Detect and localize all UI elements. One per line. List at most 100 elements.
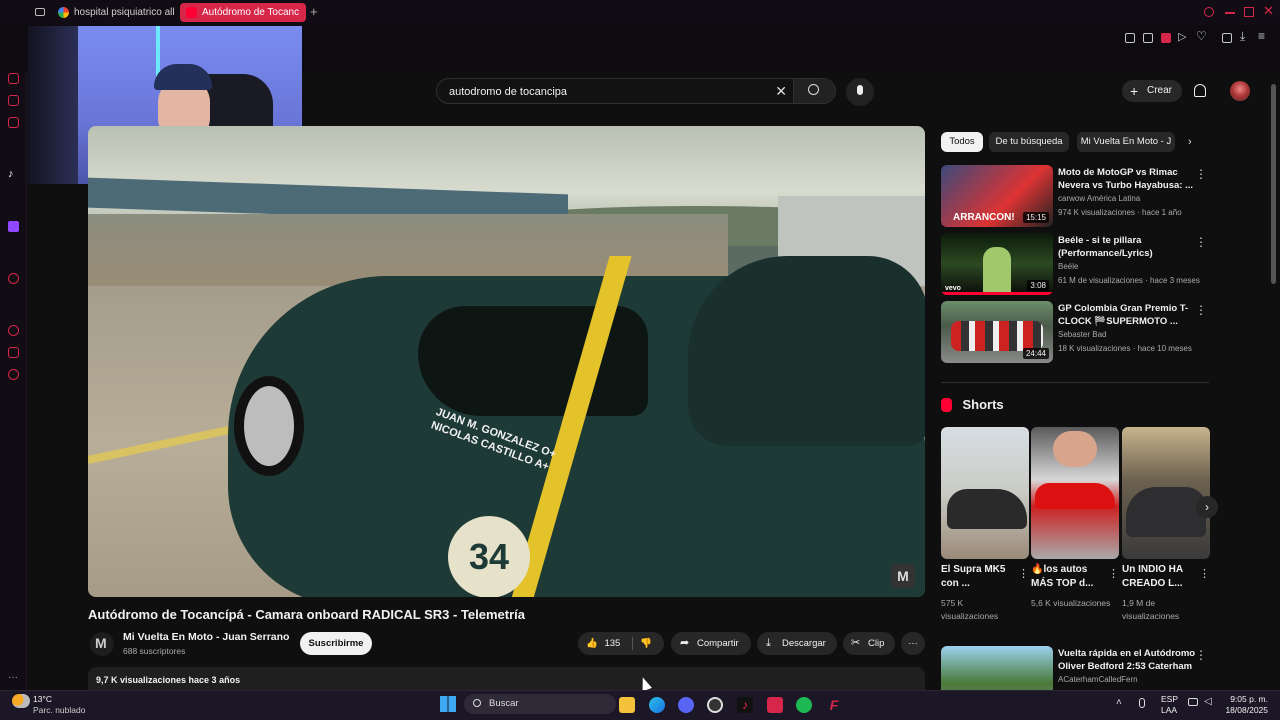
language-1[interactable]: ESP (1161, 694, 1178, 704)
file-explorer-icon[interactable] (619, 697, 635, 713)
tab-youtube-active[interactable]: Autódromo de Tocanc (180, 3, 306, 22)
create-button[interactable]: + Crear (1122, 80, 1182, 102)
more-vertical-icon[interactable]: ⋮ (1018, 567, 1029, 580)
settings-icon[interactable] (8, 369, 19, 380)
figma-icon[interactable]: F (826, 697, 842, 713)
short-title[interactable]: 🔥los autos MÁS TOP d... (1031, 563, 1105, 591)
chip-todos[interactable]: Todos (941, 132, 983, 152)
channel-name[interactable]: ACaterhamCalledFern (1058, 675, 1138, 684)
download-button[interactable]: ⤓ Descargar (757, 632, 837, 655)
short-thumbnail[interactable] (941, 427, 1029, 559)
heart-icon[interactable]: ♡ (1196, 29, 1207, 43)
close-icon[interactable]: ✕ (1263, 3, 1274, 19)
weather-icon[interactable] (12, 694, 30, 708)
channel-name[interactable]: Sebaster Bad (1058, 330, 1106, 339)
recommendation-item[interactable]: vevo 3:08 Beéle - si te pillara (Perform… (941, 233, 1209, 295)
notifications-bell-icon[interactable] (1194, 84, 1206, 97)
instagram-icon[interactable] (8, 117, 19, 128)
recommendation-item[interactable]: Vuelta rápida en el Autódromo Oliver Bed… (941, 646, 1209, 690)
chip-de-tu-busqueda[interactable]: De tu búsqueda (989, 132, 1069, 152)
more-vertical-icon[interactable]: ⋮ (1195, 167, 1207, 181)
twitch-icon[interactable] (8, 221, 19, 232)
chevron-right-icon[interactable]: › (1188, 136, 1192, 148)
taskbar-search[interactable]: Buscar (464, 694, 616, 714)
search-tabs-icon[interactable] (1204, 7, 1214, 17)
tab-hospital[interactable]: hospital psiquiatrico alber (52, 3, 174, 22)
history-icon[interactable] (8, 325, 19, 336)
wallet-icon[interactable] (1222, 33, 1232, 43)
tray-mic-icon[interactable] (1139, 698, 1145, 708)
discord-icon[interactable] (678, 697, 694, 713)
short-item[interactable]: El Supra MK5 con ... 575 K visualizacion… (941, 427, 1029, 621)
more-vertical-icon[interactable]: ⋮ (1195, 648, 1207, 662)
obs-icon[interactable] (707, 697, 723, 713)
more-vertical-icon[interactable]: ⋮ (1108, 567, 1119, 580)
page-scrollbar[interactable] (1271, 76, 1276, 690)
volume-icon[interactable]: ◁ (1204, 696, 1212, 707)
video-title[interactable]: Beéle - si te pillara (Performance/Lyric… (1058, 234, 1198, 260)
windows-start-icon[interactable] (440, 696, 456, 712)
dislike-button[interactable]: 👎 (640, 632, 652, 655)
extensions-icon[interactable] (8, 347, 19, 358)
send-icon[interactable]: ▷ (1178, 30, 1186, 43)
search-box[interactable]: autodromo de tocancipa ✕ (436, 78, 836, 104)
new-tab-icon[interactable]: + (310, 4, 318, 19)
player-icon[interactable] (8, 273, 19, 284)
language-2[interactable]: LAA (1161, 705, 1177, 715)
spotify-icon[interactable] (796, 697, 812, 713)
more-actions-button[interactable]: ··· (901, 632, 925, 655)
shorts-next-button[interactable]: › (1196, 496, 1218, 518)
like-button[interactable]: 👍 135 (586, 632, 630, 655)
shield-icon[interactable] (1161, 33, 1171, 43)
scrollbar-thumb[interactable] (1271, 84, 1276, 284)
edge-icon[interactable] (649, 697, 665, 713)
clock-time[interactable]: 9:05 p. m. (1226, 694, 1268, 704)
minimize-icon[interactable] (1225, 12, 1235, 14)
network-icon[interactable] (1188, 698, 1198, 706)
video-thumbnail[interactable]: vevo 3:08 (941, 233, 1053, 295)
tiktok-icon[interactable]: ♪ (8, 168, 14, 180)
menu-icon[interactable]: ≡ (1258, 29, 1265, 43)
short-item[interactable]: Un INDIO HA CREADO L... 1,9 M de visuali… (1122, 427, 1210, 621)
share-button[interactable]: ➦ Compartir (671, 632, 751, 655)
clock-date[interactable]: 18/08/2025 (1222, 705, 1268, 715)
tiktok-app-icon[interactable]: ♪ (737, 697, 753, 713)
opera-gx-icon[interactable] (767, 697, 783, 713)
video-title[interactable]: Vuelta rápida en el Autódromo Oliver Bed… (1058, 647, 1198, 673)
channel-name[interactable]: Beéle (1058, 262, 1078, 271)
more-vertical-icon[interactable]: ⋮ (1199, 567, 1210, 580)
channel-name[interactable]: carwow América Latina (1058, 194, 1140, 203)
bag-icon[interactable] (8, 73, 19, 84)
short-item[interactable]: 🔥los autos MÁS TOP d... 5,6 K visualizac… (1031, 427, 1119, 608)
maximize-icon[interactable] (1244, 7, 1254, 17)
video-thumbnail[interactable] (941, 646, 1053, 690)
avatar[interactable] (1230, 81, 1250, 101)
video-thumbnail[interactable]: ARRANCON! 15:15 (941, 165, 1053, 227)
short-title[interactable]: Un INDIO HA CREADO L... (1122, 563, 1196, 591)
search-button[interactable] (793, 79, 835, 103)
recommendation-item[interactable]: ARRANCON! 15:15 Moto de MotoGP vs Rimac … (941, 165, 1209, 227)
short-thumbnail[interactable] (1122, 427, 1210, 559)
more-icon[interactable]: ··· (8, 672, 18, 683)
tab-menu-icon[interactable] (35, 8, 45, 16)
messenger-icon[interactable] (8, 95, 19, 106)
more-vertical-icon[interactable]: ⋮ (1195, 235, 1207, 249)
download-icon[interactable]: ⤓ (1240, 29, 1245, 44)
short-thumbnail[interactable] (1031, 427, 1119, 559)
chip-channel[interactable]: Mi Vuelta En Moto - J (1077, 132, 1175, 152)
more-vertical-icon[interactable]: ⋮ (1195, 303, 1207, 317)
voice-search-button[interactable] (846, 78, 874, 106)
video-player[interactable]: 34 JUAN M. GONZALEZ O+ NICOLAS CASTILLO … (88, 126, 925, 597)
clear-search-icon[interactable]: ✕ (775, 83, 787, 100)
channel-avatar[interactable]: M (90, 632, 114, 656)
tray-chevron-icon[interactable]: ˄ (1116, 697, 1122, 708)
recommendation-item[interactable]: 24:44 GP Colombia Gran Premio T-CLOCK 🏁S… (941, 301, 1209, 363)
snapshot-icon[interactable] (1143, 33, 1153, 43)
clip-button[interactable]: ✂ Clip (843, 632, 895, 655)
short-title[interactable]: El Supra MK5 con ... (941, 563, 1015, 591)
video-thumbnail[interactable]: 24:44 (941, 301, 1053, 363)
video-title[interactable]: GP Colombia Gran Premio T-CLOCK 🏁SUPERMO… (1058, 302, 1198, 328)
video-title[interactable]: Moto de MotoGP vs Rimac Nevera vs Turbo … (1058, 166, 1198, 192)
subscribe-button[interactable]: Suscribirme (300, 632, 372, 655)
channel-name[interactable]: Mi Vuelta En Moto - Juan Serrano (123, 631, 289, 643)
